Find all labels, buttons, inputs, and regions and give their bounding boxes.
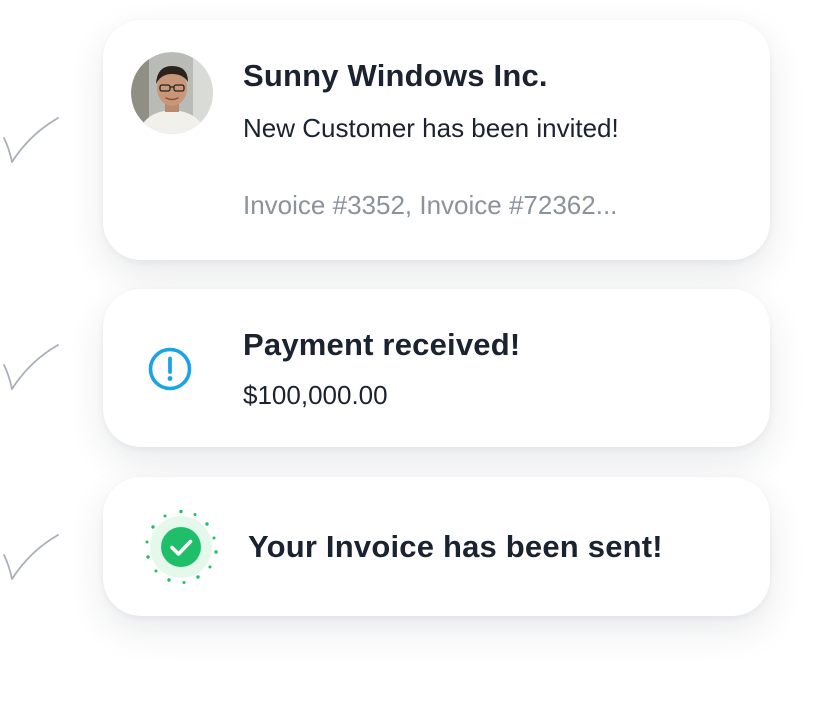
notification-card-customer-invited[interactable]: Sunny Windows Inc. New Customer has been… [103,20,770,260]
payment-amount: $100,000.00 [243,380,388,410]
avatar [131,52,213,134]
notification-detail: Invoice #3352, Invoice #72362... [243,190,618,220]
exclamation-circle-icon [147,346,193,392]
notification-card-invoice-sent[interactable]: Your Invoice has been sent! [103,477,770,616]
notification-title: Sunny Windows Inc. [243,58,548,93]
check-mark-icon [0,533,62,585]
notification-title: Payment received! [243,327,521,362]
check-mark-icon [0,343,62,395]
notification-card-payment-received[interactable]: Payment received! $100,000.00 [103,289,770,447]
notification-stack: Sunny Windows Inc. New Customer has been… [0,0,828,711]
notification-message: New Customer has been invited! [243,113,619,143]
notification-title: Your Invoice has been sent! [248,529,663,564]
check-circle-icon [141,507,221,587]
check-mark-icon [0,116,62,168]
